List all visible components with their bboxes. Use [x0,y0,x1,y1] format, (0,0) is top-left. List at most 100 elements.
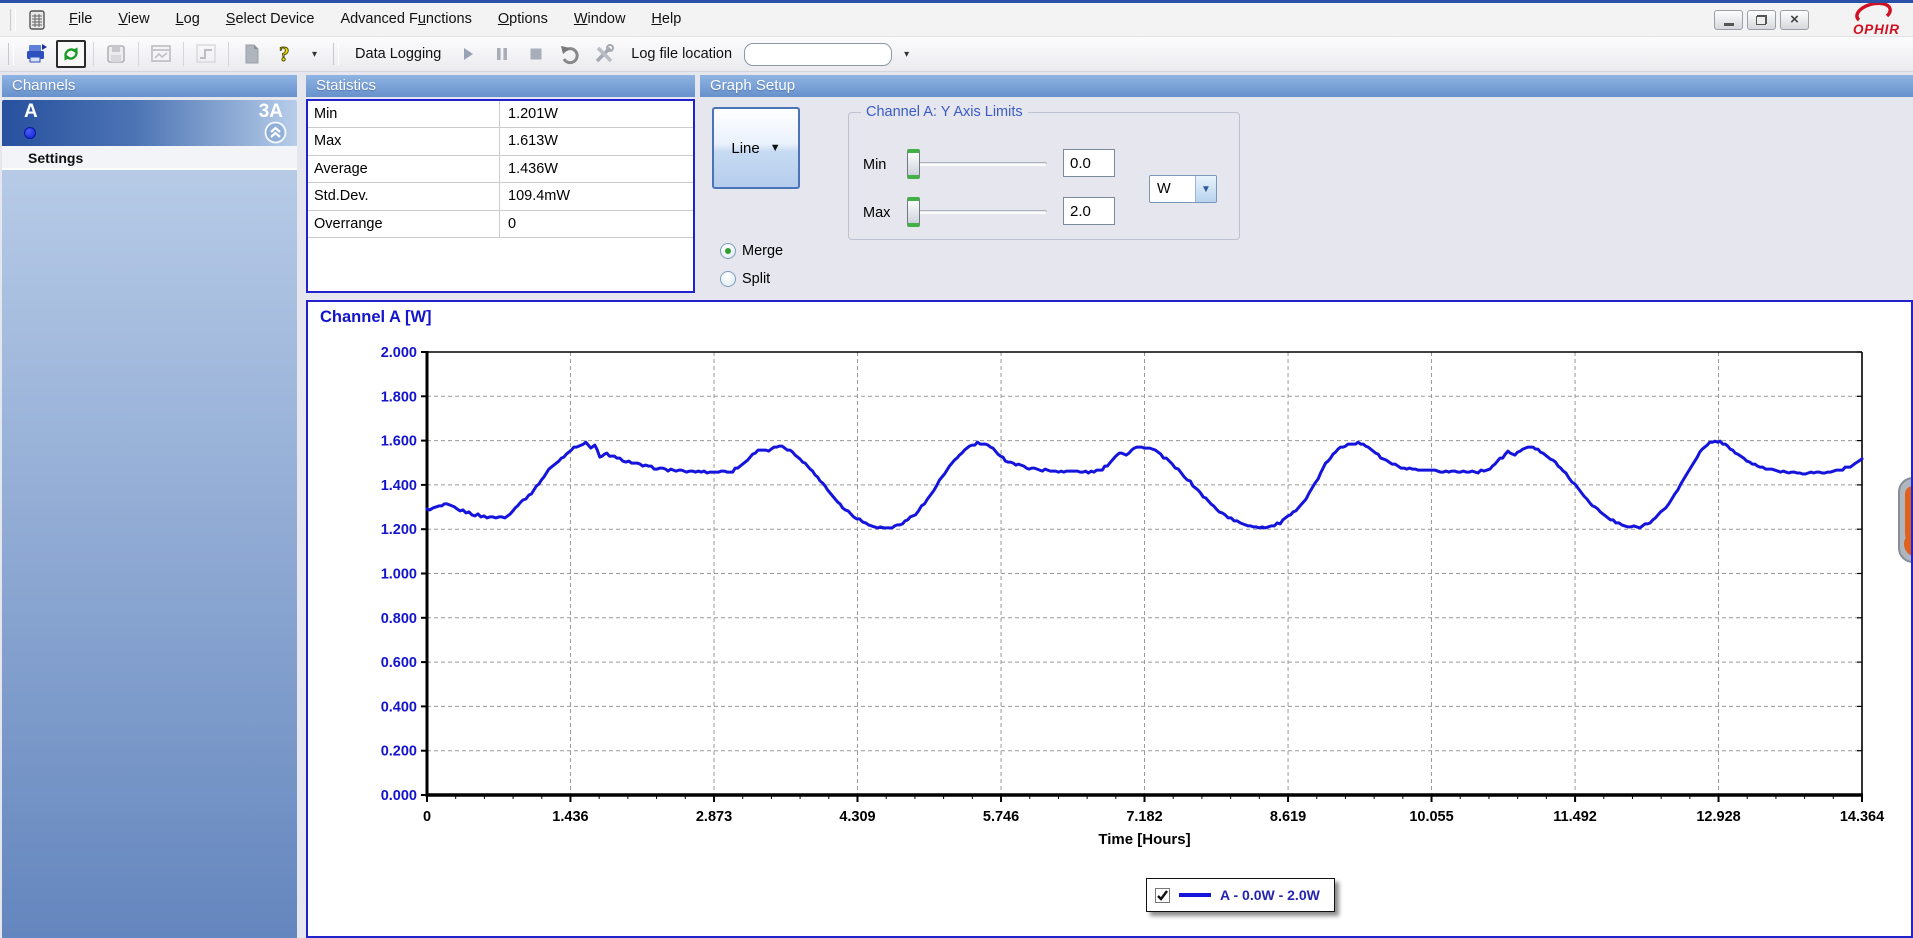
min-slider[interactable] [907,149,1047,179]
stat-row-overrange: Overrange0 [308,211,693,238]
svg-text:1.800: 1.800 [381,389,417,405]
menu-view[interactable]: View [105,3,162,36]
max-slider[interactable] [907,197,1047,227]
unit-combobox[interactable]: W ▼ [1149,175,1217,203]
max-value-input[interactable] [1063,197,1115,225]
stat-row-stddev: Std.Dev.109.4mW [308,183,693,210]
svg-text:?: ? [279,42,290,66]
statistics-table: Min1.201WMax1.613WAverage1.436WStd.Dev.1… [306,99,695,293]
svg-text:0.600: 0.600 [381,655,417,671]
menu-options[interactable]: Options [485,3,561,36]
collapse-chevron-icon[interactable] [264,121,287,144]
stat-label: Overrange [308,211,500,237]
thermometer-icon[interactable] [1893,476,1913,569]
data-logging-label: Data Logging [355,46,441,62]
refresh-icon[interactable] [56,40,86,68]
menubar-grip[interactable] [10,9,16,31]
legend-label: A - 0.0W - 2.0W [1220,887,1320,903]
help-icon[interactable]: ? [270,40,300,68]
minimize-button[interactable] [1714,10,1743,30]
pause-icon[interactable] [487,40,517,68]
minimize-icon [1724,23,1734,26]
svg-text:1.400: 1.400 [381,478,417,494]
toolbar-separator [183,42,184,66]
log-page-icon[interactable] [236,40,266,68]
merge-radio-option[interactable]: Merge [720,243,783,259]
window-controls: × [1714,10,1809,30]
stat-value: 0 [500,211,693,237]
log-file-location-input[interactable] [744,43,892,66]
chart-window-icon[interactable] [146,40,176,68]
close-icon: × [1790,12,1799,27]
graph-setup-header: Graph Setup [700,75,1913,97]
stat-value: 109.4mW [500,183,693,209]
toolbar-grip[interactable] [8,43,14,65]
split-radio[interactable] [720,271,736,287]
channels-body [2,170,297,938]
stop-icon[interactable] [521,40,551,68]
ophir-logo: OPHIR [1835,3,1913,37]
channels-panel: Channels A 3A Settings [2,75,297,938]
max-slider-thumb[interactable] [907,197,920,227]
close-button[interactable]: × [1780,10,1809,30]
channel-color-indicator [24,127,36,139]
play-icon[interactable] [453,40,483,68]
log-file-dropdown-chevron[interactable]: ▾ [904,49,909,60]
menu-select-device[interactable]: Select Device [213,3,328,36]
channel-a-card[interactable]: A 3A [2,100,297,146]
merge-label: Merge [742,243,783,259]
menu-file[interactable]: File [56,3,105,36]
sidebar-item-settings[interactable]: Settings [2,146,297,170]
unit-value: W [1150,176,1195,202]
svg-text:2.873: 2.873 [696,809,732,825]
tools-icon[interactable] [589,40,619,68]
split-radio-option[interactable]: Split [720,271,770,287]
min-slider-thumb[interactable] [907,149,920,179]
toolbar-grip-2[interactable] [333,43,339,65]
legend-checkbox[interactable] [1155,888,1170,903]
menu-window[interactable]: Window [561,3,639,36]
device-print-icon[interactable] [22,40,52,68]
line-type-dropdown[interactable]: Line ▼ [712,107,800,189]
menu-help[interactable]: Help [638,3,694,36]
y-axis-limits-title: Channel A: Y Axis Limits [861,104,1028,120]
sensor-name-label: 3A [259,101,283,123]
menu-items: FileViewLogSelect DeviceAdvanced Functio… [56,3,694,36]
svg-text:7.182: 7.182 [1126,809,1162,825]
statistics-header: Statistics [306,75,695,97]
chart-panel: Channel A [W] 0.0000.2000.4000.6000.8001… [306,300,1913,938]
brand-text: OPHIR [1853,22,1900,37]
toolbar-separator [93,42,94,66]
stat-label: Average [308,156,500,182]
statistics-panel: Statistics Min1.201WMax1.613WAverage1.43… [306,75,695,295]
legend-line [1179,893,1211,897]
step-function-icon[interactable] [191,40,221,68]
restore-button[interactable] [1747,10,1776,30]
stat-row-average: Average1.436W [308,156,693,183]
toolbar-options-chevron[interactable]: ▾ [312,49,317,60]
app-grid-icon [26,9,48,31]
save-icon[interactable] [101,40,131,68]
min-value-input[interactable] [1063,149,1115,177]
svg-text:2.000: 2.000 [381,345,417,361]
undo-icon[interactable] [555,40,585,68]
settings-label: Settings [28,150,83,166]
svg-text:1.436: 1.436 [552,809,588,825]
legend: A - 0.0W - 2.0W [1146,878,1335,912]
svg-text:0.200: 0.200 [381,744,417,760]
max-label: Max [863,205,890,221]
menu-advanced-functions[interactable]: Advanced Functions [327,3,484,36]
merge-radio[interactable] [720,243,736,259]
stat-value: 1.436W [500,156,693,182]
channel-name-label: A [24,101,38,123]
menu-log[interactable]: Log [163,3,213,36]
log-file-location-label: Log file location [631,46,732,62]
svg-text:1.600: 1.600 [381,434,417,450]
svg-text:14.364: 14.364 [1840,809,1884,825]
svg-text:4.309: 4.309 [839,809,875,825]
svg-text:0.800: 0.800 [381,611,417,627]
svg-text:Time [Hours]: Time [Hours] [1098,831,1190,848]
toolbar: ? ▾ Data Logging Log file l [0,37,1913,72]
dropdown-arrow-icon: ▼ [770,142,781,154]
starlab-window: FileViewLogSelect DeviceAdvanced Functio… [0,0,1913,938]
